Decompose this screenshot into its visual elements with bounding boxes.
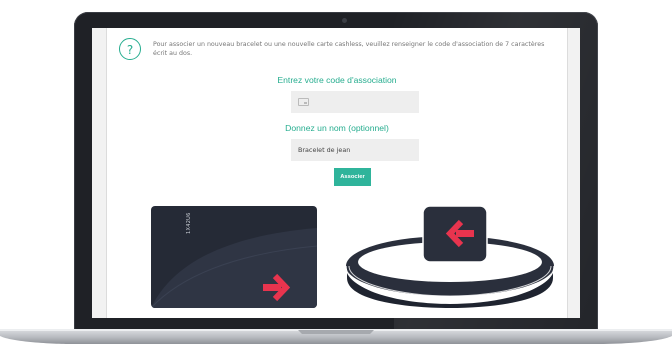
laptop-notch [298, 330, 374, 334]
camera-icon [342, 18, 347, 23]
card-graphic [151, 228, 317, 308]
name-input[interactable]: Bracelet de jean [291, 139, 419, 161]
bracelet-code-label: X182911 [340, 191, 347, 223]
associate-button[interactable]: Associer [334, 168, 371, 186]
laptop-screen: ? Pour associer un nouveau bracelet ou u… [92, 28, 580, 318]
bracelet-illustration [345, 205, 555, 308]
help-icon: ? [119, 38, 141, 60]
association-page: ? Pour associer un nouveau bracelet ou u… [106, 28, 568, 318]
cashless-card-illustration [151, 206, 317, 308]
code-label: Entrez votre code d'association [277, 75, 397, 85]
info-row: ? Pour associer un nouveau bracelet ou u… [119, 38, 559, 68]
card-code-label: 1X42U6 [186, 212, 192, 234]
card-curve [151, 228, 317, 308]
name-label: Donnez un nom (optionnel) [285, 123, 389, 133]
association-code-input[interactable] [291, 91, 419, 113]
info-text: Pour associer un nouveau bracelet ou une… [153, 41, 545, 57]
laptop-base [0, 329, 672, 344]
card-icon [298, 98, 309, 106]
